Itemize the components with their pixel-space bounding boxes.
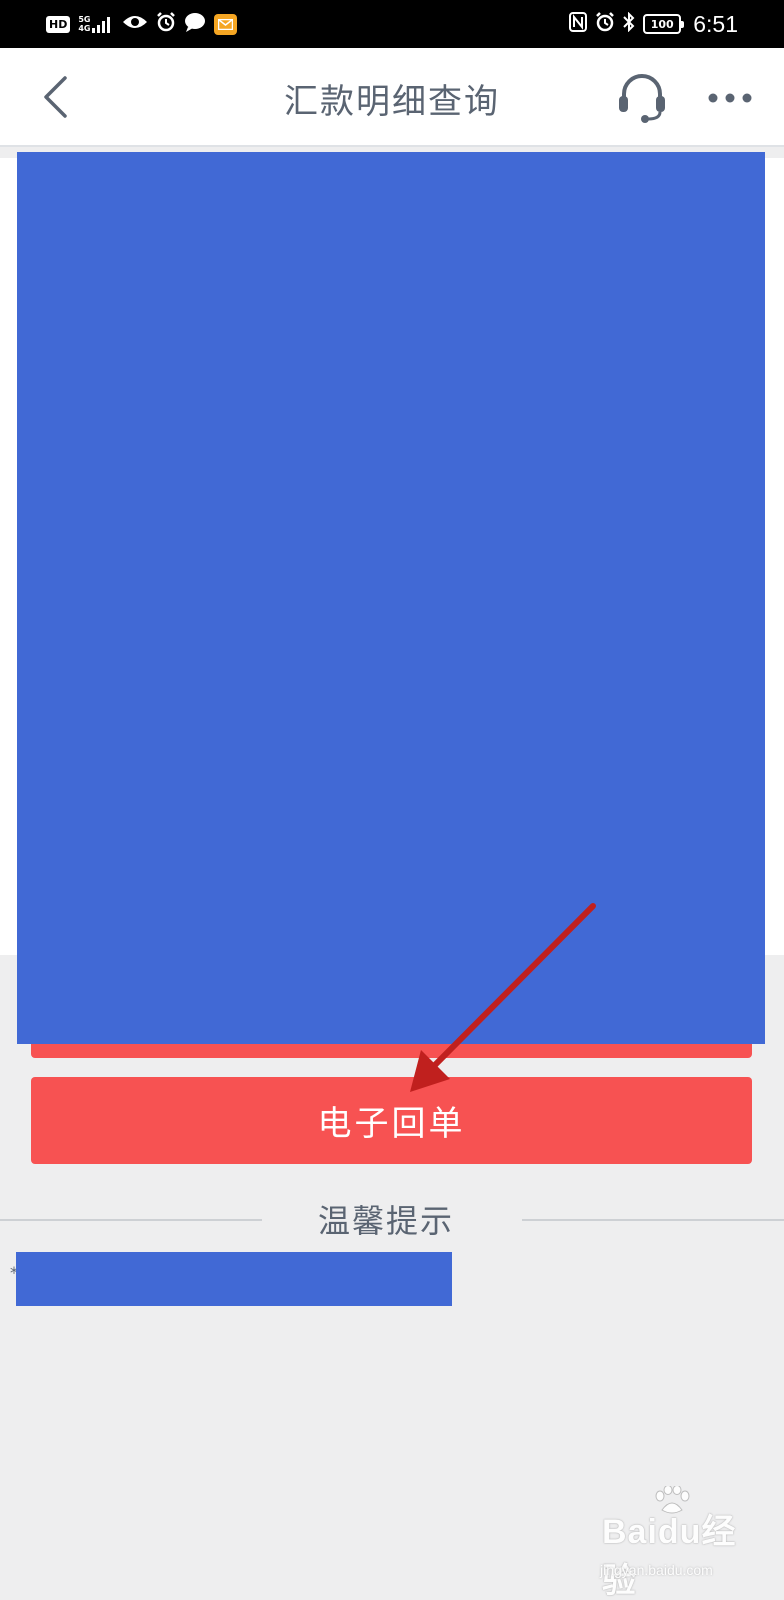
page-title: 汇款明细查询 (284, 82, 500, 122)
nav-header: 汇款明细查询 (0, 48, 784, 147)
redacted-detail-area (17, 152, 765, 1044)
tips-title: 温馨提示 (262, 1198, 510, 1244)
baidu-watermark: Baidu经验 jingyan.baidu.com (600, 1486, 770, 1600)
battery-icon: 100 (643, 14, 685, 34)
watermark-text: Baidu经验 (602, 1513, 737, 1600)
headset-icon (619, 74, 665, 123)
status-time: 6:51 (693, 10, 738, 37)
mail-icon (214, 13, 238, 35)
chevron-left-icon (44, 76, 67, 118)
sub-network-label: 4G (78, 24, 91, 33)
signal-icon: 5G 4G (78, 15, 114, 33)
tips-divider-right (522, 1219, 784, 1221)
more-button[interactable] (700, 78, 760, 118)
eye-icon (122, 13, 148, 35)
customer-service-button[interactable] (612, 70, 672, 126)
battery-level: 100 (650, 17, 674, 31)
bluetooth-icon (623, 11, 635, 36)
e-receipt-button[interactable]: 电子回单 (31, 1077, 752, 1164)
back-button[interactable] (30, 72, 80, 122)
hd-badge: HD (46, 15, 71, 33)
more-dots-icon (708, 93, 752, 103)
tips-divider-left (0, 1219, 262, 1221)
network-label: 5G (78, 15, 91, 24)
alarm-icon (595, 12, 615, 36)
status-left: HD 5G 4G (46, 11, 238, 37)
message-icon (184, 12, 206, 36)
status-right: 100 6:51 (569, 11, 738, 37)
redacted-tip-text (16, 1252, 452, 1306)
watermark-url: jingyan.baidu.com (600, 1562, 713, 1578)
alarm-icon (156, 12, 176, 36)
status-bar: HD 5G 4G 100 6:51 (0, 0, 784, 48)
nfc-icon (569, 12, 588, 36)
